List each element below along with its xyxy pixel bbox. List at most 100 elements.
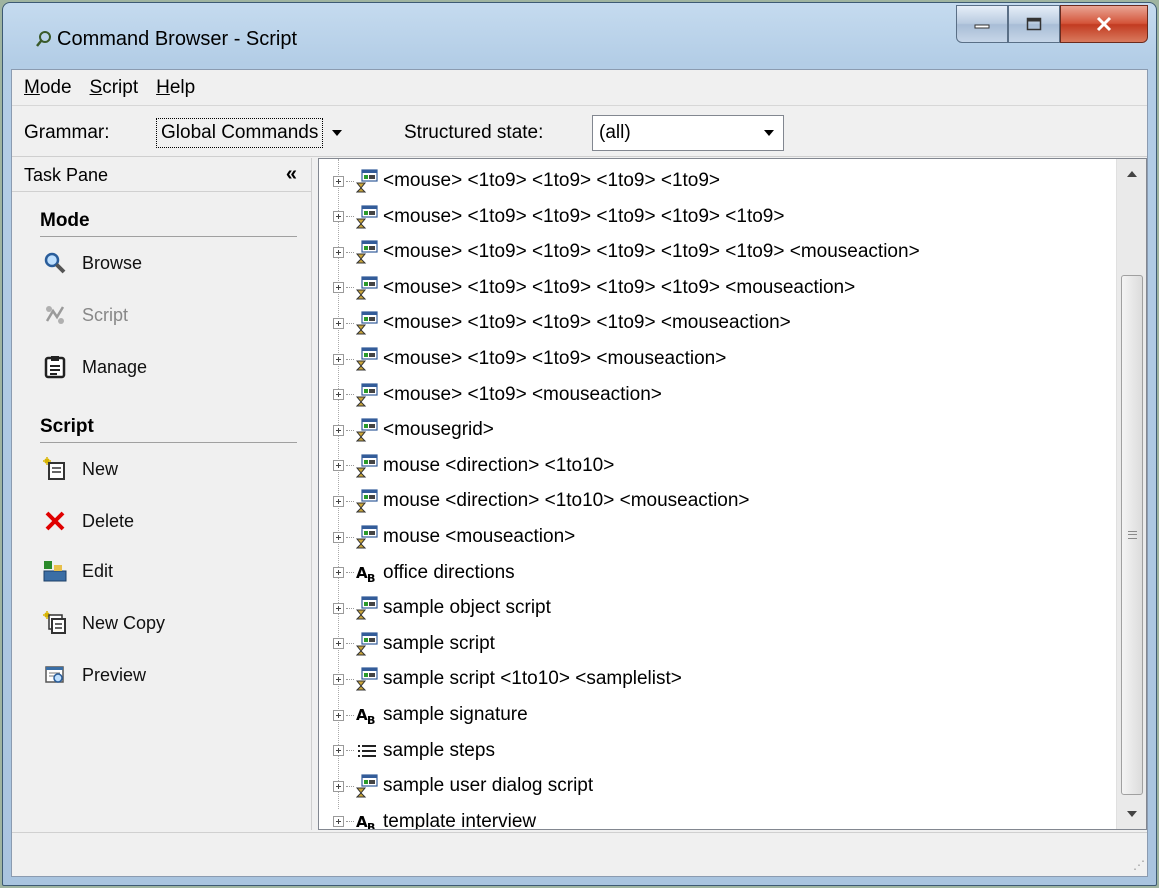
expand-plus-icon[interactable]: [333, 282, 344, 294]
macro-icon: [356, 596, 378, 620]
client-area: Mode Script Help Grammar: Global Commands …: [11, 69, 1148, 877]
vertical-scrollbar[interactable]: [1116, 159, 1146, 829]
expand-plus-icon[interactable]: [333, 389, 344, 401]
scroll-down-button[interactable]: [1117, 799, 1146, 829]
section-divider: [40, 236, 297, 237]
tree-item-label: sample script <1to10> <samplelist>: [383, 668, 682, 690]
tree-item[interactable]: sample script: [333, 629, 495, 659]
task-item-manage[interactable]: Manage: [42, 352, 147, 382]
task-item-delete[interactable]: Delete: [42, 506, 134, 536]
task-pane-title: Task Pane: [24, 165, 109, 185]
expand-plus-icon[interactable]: [333, 211, 344, 223]
tree-item[interactable]: A Boffice directions: [333, 558, 515, 588]
macro-icon: [356, 276, 378, 300]
expand-plus-icon[interactable]: [333, 567, 344, 579]
expand-plus-icon[interactable]: [333, 246, 344, 258]
grammar-label: Grammar:: [24, 122, 110, 143]
tree-item[interactable]: mouse <mouseaction>: [333, 522, 575, 552]
expand-plus-icon[interactable]: [333, 709, 344, 721]
tree-item-label: sample signature: [383, 704, 528, 725]
tree-item[interactable]: <mouse> <1to9> <1to9> <1to9> <1to9> <1to…: [333, 237, 920, 267]
menu-help[interactable]: Help: [156, 77, 195, 99]
tree-item[interactable]: mouse <direction> <1to10>: [333, 451, 614, 481]
menu-mode[interactable]: Mode: [24, 77, 72, 99]
new-copy-icon: [42, 610, 68, 636]
tree-item-label: <mouse> <1to9> <1to9> <mouseaction>: [383, 348, 727, 369]
tree-item[interactable]: sample script <1to10> <samplelist>: [333, 664, 682, 694]
tree-item[interactable]: <mouse> <1to9> <1to9> <mouseaction>: [333, 344, 726, 374]
tree-item[interactable]: sample user dialog script: [333, 771, 593, 801]
app-icon: [36, 31, 51, 47]
tree-connector: [346, 394, 354, 396]
command-tree[interactable]: <mouse> <1to9> <1to9> <1to9> <1to9> <mous…: [318, 158, 1147, 830]
macro-icon: [356, 347, 378, 371]
expand-plus-icon[interactable]: [333, 780, 344, 792]
tree-connector: [346, 358, 354, 360]
tree-item-label: mouse <direction> <1to10>: [383, 454, 615, 476]
tree-item[interactable]: <mouse> <1to9> <1to9> <1to9> <1to9>: [333, 166, 720, 196]
tree-item[interactable]: <mouse> <1to9> <1to9> <1to9> <mouseactio…: [333, 308, 791, 338]
svg-text:B: B: [367, 714, 375, 726]
tree-item[interactable]: A Bsample signature: [333, 700, 528, 730]
task-item-edit[interactable]: Edit: [42, 556, 113, 586]
tree-item-label: <mouse> <1to9> <1to9> <1to9> <1to9> <1to…: [383, 241, 920, 263]
task-item-new-copy[interactable]: New Copy: [42, 608, 165, 638]
task-item-script[interactable]: Script: [42, 300, 128, 330]
structured-state-dropdown[interactable]: (all): [592, 115, 784, 151]
tree-item[interactable]: <mousegrid>: [333, 415, 494, 445]
expand-plus-icon[interactable]: [333, 602, 344, 614]
expand-plus-icon[interactable]: [333, 460, 344, 472]
macro-icon: [356, 774, 378, 798]
tree-item[interactable]: sample object script: [333, 593, 551, 623]
close-button[interactable]: [1060, 5, 1148, 43]
tree-item[interactable]: <mouse> <1to9> <1to9> <1to9> <1to9> <mou…: [333, 273, 855, 303]
expand-plus-icon[interactable]: [333, 317, 344, 329]
expand-plus-icon[interactable]: [333, 353, 344, 365]
edit-icon: [42, 558, 68, 584]
tree-item[interactable]: mouse <direction> <1to10> <mouseaction>: [333, 486, 750, 516]
grammar-dropdown[interactable]: Global Commands: [156, 115, 396, 151]
task-pane-header: Task Pane «: [12, 158, 311, 192]
task-item-new[interactable]: New: [42, 454, 118, 484]
menu-script[interactable]: Script: [90, 77, 139, 99]
tree-item-label: template interview: [383, 810, 537, 830]
structured-state-label: Structured state:: [404, 122, 544, 143]
script-section-title: Script: [40, 416, 94, 437]
macro-icon: [356, 311, 378, 335]
menu-accelerator: S: [89, 76, 103, 98]
tree-connector: [346, 572, 354, 574]
menu-accelerator: H: [156, 76, 170, 98]
collapse-pane-button[interactable]: «: [286, 163, 297, 186]
expand-plus-icon[interactable]: [333, 816, 344, 828]
minimize-button[interactable]: [956, 5, 1008, 43]
task-item-label: Browse: [82, 252, 143, 273]
delete-x-icon: [42, 508, 68, 534]
task-item-preview[interactable]: Preview: [42, 660, 146, 690]
expand-plus-icon[interactable]: [333, 175, 344, 187]
task-item-label: Delete: [82, 510, 135, 531]
section-divider: [40, 442, 297, 443]
expand-plus-icon[interactable]: [333, 638, 344, 650]
expand-plus-icon[interactable]: [333, 424, 344, 436]
tree-item[interactable]: sample steps: [333, 736, 495, 766]
tree-item[interactable]: <mouse> <1to9> <1to9> <1to9> <1to9> <1to…: [333, 202, 784, 232]
expand-plus-icon[interactable]: [333, 531, 344, 543]
grip-icon: [1128, 531, 1137, 539]
tree-item[interactable]: A Btemplate interview: [333, 807, 537, 830]
scroll-up-button[interactable]: [1117, 159, 1146, 189]
new-icon: [42, 456, 68, 482]
expand-plus-icon[interactable]: [333, 745, 344, 757]
expand-plus-icon[interactable]: [333, 673, 344, 685]
maximize-button[interactable]: [1008, 5, 1060, 43]
tree-connector: [346, 251, 354, 253]
task-item-label: New: [82, 458, 119, 479]
tree-item[interactable]: <mouse> <1to9> <mouseaction>: [333, 380, 662, 410]
text-ab-icon: AB: [356, 703, 378, 727]
tree-connector: [346, 322, 354, 324]
title-bar[interactable]: Command Browser - Script: [3, 3, 1156, 69]
task-item-browse[interactable]: Browse: [42, 248, 142, 278]
task-item-label: Manage: [82, 356, 148, 377]
resize-grip-icon[interactable]: ⋰: [1133, 858, 1145, 872]
expand-plus-icon[interactable]: [333, 495, 344, 507]
scroll-thumb[interactable]: [1121, 275, 1143, 795]
